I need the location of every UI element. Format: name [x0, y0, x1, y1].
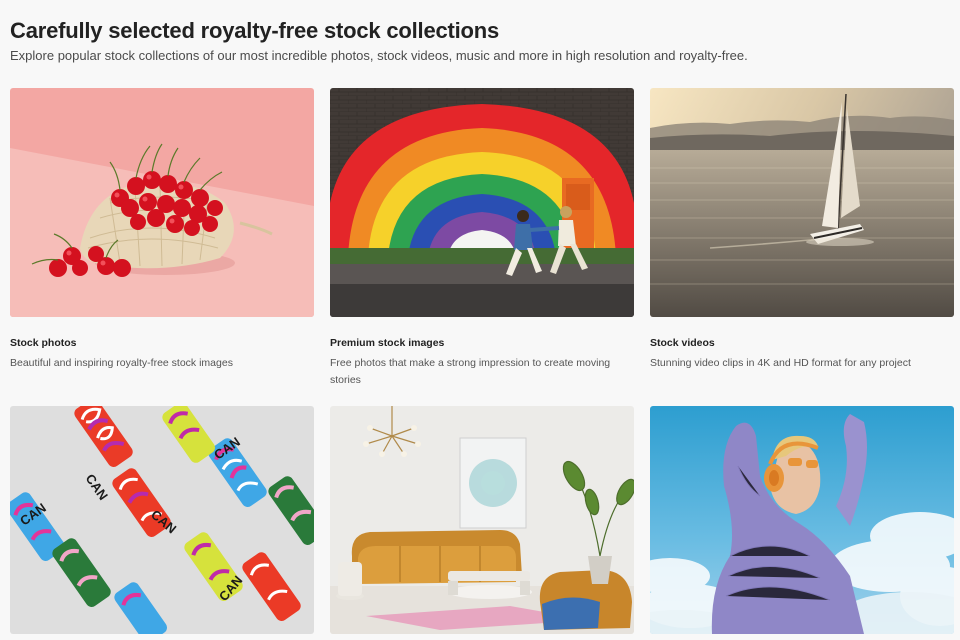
- collection-card-cans[interactable]: CAN CAN CAN CAN CAN: [10, 406, 314, 640]
- collection-card-people[interactable]: [650, 406, 954, 640]
- page-subtitle: Explore popular stock collections of our…: [10, 48, 748, 63]
- collection-card-stock-videos[interactable]: Stock videos Stunning video clips in 4K …: [650, 88, 954, 372]
- page-title: Carefully selected royalty-free stock co…: [10, 18, 500, 43]
- sailboat-lake-image[interactable]: [650, 88, 954, 317]
- collection-card-stock-photos[interactable]: Stock photos Beautiful and inspiring roy…: [10, 88, 314, 372]
- cherries-in-net-bag-image[interactable]: [10, 88, 314, 317]
- collection-card-interiors[interactable]: [330, 406, 634, 640]
- colorful-cans-image[interactable]: CAN CAN CAN CAN CAN: [10, 406, 314, 634]
- living-room-interior-image[interactable]: [330, 406, 634, 634]
- collection-description: Stunning video clips in 4K and HD format…: [650, 357, 911, 369]
- collection-description: Beautiful and inspiring royalty-free sto…: [10, 357, 233, 369]
- collection-title[interactable]: Stock videos: [650, 337, 954, 349]
- rainbow-wall-couple-image[interactable]: [330, 88, 634, 317]
- collection-title[interactable]: Stock photos: [10, 337, 314, 349]
- collection-description: Free photos that make a strong impressio…: [330, 357, 611, 386]
- collection-title[interactable]: Premium stock images: [330, 337, 634, 349]
- woman-sky-headphones-image[interactable]: [650, 406, 954, 634]
- collection-card-premium-stock-images[interactable]: Premium stock images Free photos that ma…: [330, 88, 634, 389]
